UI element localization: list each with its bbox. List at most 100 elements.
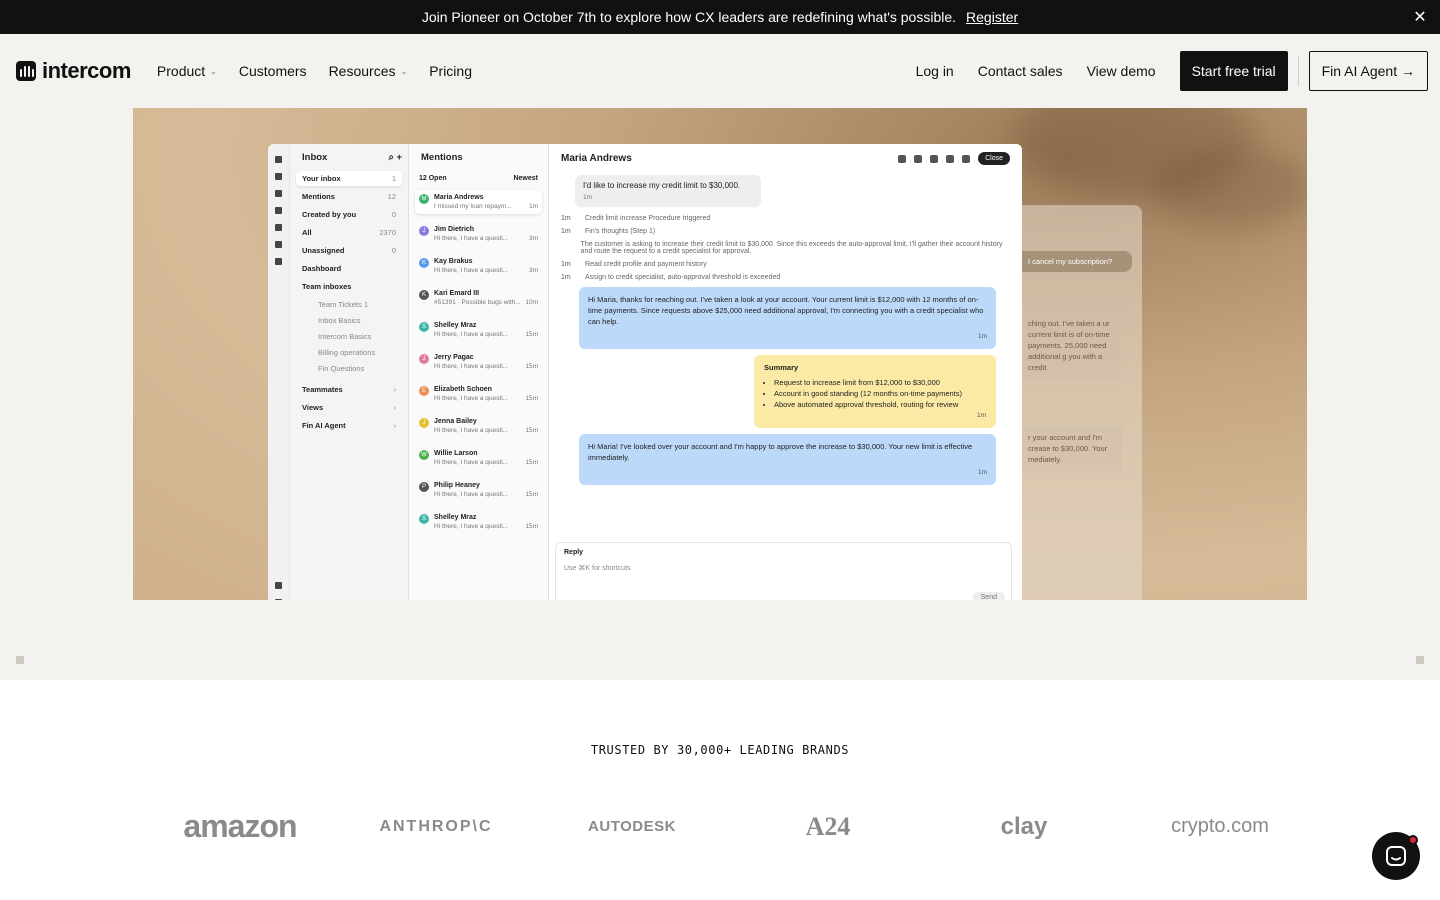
sort-filter[interactable]: Newest xyxy=(513,175,538,182)
reply-composer[interactable]: Reply Use ⌘K for shortcuts Send xyxy=(555,542,1012,600)
brand-logos: amazon ANTHROP\C AUTODESK A24 clay crypt… xyxy=(160,808,1300,845)
conversation-item[interactable]: S Shelley Mraz Hi there, I have a questi..… xyxy=(415,318,542,342)
announcement-bar: Join Pioneer on October 7th to explore h… xyxy=(0,0,1440,34)
close-icon[interactable]: ✕ xyxy=(1410,7,1430,27)
conversation-item[interactable]: P Philip Heaney Hi there, I have a questi.… xyxy=(415,478,542,502)
avatar: J xyxy=(419,418,429,428)
conversation-name: Jenna Bailey xyxy=(434,418,477,425)
anthropic-logo: ANTHROP\C xyxy=(379,817,493,835)
inbox-item[interactable]: Unassigned 0 xyxy=(296,243,402,258)
conversation-snippet: Hi there, I have a questi... xyxy=(434,523,509,530)
conversation-time: 15m xyxy=(525,331,538,338)
inbox-item[interactable]: Created by you 0 xyxy=(296,207,402,222)
close-conversation-button[interactable]: Close xyxy=(978,152,1010,165)
conversation-snippet: Hi there, I have a questi... xyxy=(434,331,509,338)
conversation-item[interactable]: K Kari Emard III #51391 · Possible bugs wi… xyxy=(415,286,542,310)
conversation-item[interactable]: K Kay Brakus Hi there, I have a questi... 3… xyxy=(415,254,542,278)
inbox-section[interactable]: Teammates › xyxy=(296,382,402,397)
reply-label[interactable]: Reply xyxy=(564,549,583,556)
nav-customers[interactable]: Customers xyxy=(239,63,307,79)
chat-launcher-button[interactable] xyxy=(1372,832,1420,880)
nav-links: Product ⌄ Customers Resources ⌄ Pricing xyxy=(157,63,472,79)
open-filter[interactable]: 12 Open xyxy=(419,175,447,182)
team-inbox-item[interactable]: Team Tickets 1 xyxy=(296,297,402,312)
conversation-item[interactable]: J Jerry Pagac Hi there, I have a questi...… xyxy=(415,350,542,374)
conversation-snippet: Hi there, I have a questi... xyxy=(434,267,509,274)
conversation-time: 15m xyxy=(525,427,538,434)
conversation-item[interactable]: W Willie Larson Hi there, I have a questi.… xyxy=(415,446,542,470)
conversation-snippet: Hi there, I have a questi... xyxy=(434,459,509,466)
agent-message: Hi Maria! I've looked over your account … xyxy=(579,433,996,486)
conversation-time: 15m xyxy=(525,523,538,530)
nav-divider xyxy=(1297,56,1299,86)
send-button[interactable]: Send xyxy=(972,592,1005,600)
fin-agent-button[interactable]: Fin AI Agent → xyxy=(1308,51,1428,91)
hero-image: I cancel my subscription? ching out. I'v… xyxy=(133,108,1307,600)
ghost-paragraph: r your account and I'm crease to $30,000… xyxy=(1022,427,1122,472)
conversation-time: 1m xyxy=(528,203,538,210)
conversation-item[interactable]: M Maria Andrews I missed my loan repaym...… xyxy=(415,190,542,214)
system-event: 1m Credit limit increase Procedure trigge… xyxy=(561,215,711,222)
inbox-item[interactable]: Dashboard xyxy=(296,261,402,276)
reply-input[interactable]: Use ⌘K for shortcuts xyxy=(564,564,1003,572)
conversation-item[interactable]: S Shelley Mraz Hi there, I have a questi..… xyxy=(415,510,542,534)
clay-logo: clay xyxy=(1000,812,1048,840)
conversation-item[interactable]: J Jim Dietrich Hi there, I have a questi..… xyxy=(415,222,542,246)
conversation-item[interactable]: J Jenna Bailey Hi there, I have a questi..… xyxy=(415,414,542,438)
conversation-time: 15m xyxy=(525,459,538,466)
nav-actions: Log in Contact sales View demo Start fre… xyxy=(916,51,1428,91)
pager-dot[interactable] xyxy=(16,656,24,664)
intercom-logo-icon xyxy=(16,61,36,81)
nav-pricing[interactable]: Pricing xyxy=(429,63,472,79)
conversation-item[interactable]: E Elizabeth Schoen Hi there, I have a ques… xyxy=(415,382,542,406)
inbox-app-mockup: Inbox ⌕ + Your inbox 1 Mentions 12 Created … xyxy=(268,144,1022,600)
team-inbox-item[interactable]: Intercom Basics xyxy=(296,329,402,344)
inbox-section[interactable]: Fin AI Agent › xyxy=(296,418,402,433)
conversation-snippet: Hi there, I have a questi... xyxy=(434,363,509,370)
system-event: The customer is asking to increase their… xyxy=(580,241,1003,255)
conversation-name: Maria Andrews xyxy=(434,194,484,201)
team-inbox-item[interactable]: Inbox Basics xyxy=(296,313,402,328)
inbox-item[interactable]: Mentions 12 xyxy=(296,189,402,204)
nav-resources[interactable]: Resources ⌄ xyxy=(329,63,408,79)
search-icon: ⌕ + xyxy=(388,152,402,163)
team-inbox-item[interactable]: Fin Questions xyxy=(296,361,402,376)
conversation-name: Kay Brakus xyxy=(434,258,473,265)
chat-icon xyxy=(1386,846,1406,866)
contact-sales-link[interactable]: Contact sales xyxy=(978,63,1063,79)
ticket-icon[interactable] xyxy=(930,154,939,163)
start-trial-button[interactable]: Start free trial xyxy=(1179,51,1288,91)
intercom-logo[interactable]: intercom xyxy=(16,58,131,84)
inbox-section[interactable]: Views › xyxy=(296,400,402,415)
more-icon[interactable] xyxy=(914,154,923,163)
logo-text: intercom xyxy=(42,58,131,83)
app-rail xyxy=(268,144,290,600)
phone-icon[interactable] xyxy=(946,154,955,163)
conversation-snippet: Hi there, I have a questi... xyxy=(434,395,509,402)
autodesk-logo: AUTODESK xyxy=(588,818,676,835)
register-link[interactable]: Register xyxy=(966,9,1018,25)
system-event: 1m Read credit profile and payment histor… xyxy=(561,261,707,268)
conversation-time: 15m xyxy=(525,363,538,370)
inbox-item[interactable]: Team inboxes xyxy=(296,279,402,294)
star-icon[interactable] xyxy=(898,154,907,163)
snooze-icon[interactable] xyxy=(962,154,971,163)
a24-logo: A24 xyxy=(805,811,851,841)
inbox-item[interactable]: All 2370 xyxy=(296,225,402,240)
login-link[interactable]: Log in xyxy=(916,63,954,79)
system-event: 1m Fin's thoughts (Step 1) xyxy=(561,228,656,235)
avatar: K xyxy=(419,290,429,300)
nav-product[interactable]: Product ⌄ xyxy=(157,63,217,79)
conversation-view: Maria Andrews Close I'd like to increase… xyxy=(549,144,1022,600)
summary-card: Summary Request to increase limit from $… xyxy=(754,355,996,428)
avatar: S xyxy=(419,514,429,524)
team-inbox-item[interactable]: Billing operations xyxy=(296,345,402,360)
view-demo-link[interactable]: View demo xyxy=(1087,63,1156,79)
pager-dot[interactable] xyxy=(1416,656,1424,664)
chevron-down-icon: ⌄ xyxy=(400,66,408,76)
conversation-snippet: I missed my loan repaym... xyxy=(434,203,512,210)
chevron-down-icon: ⌄ xyxy=(210,66,217,76)
inbox-item[interactable]: Your inbox 1 xyxy=(296,171,402,186)
nav-pricing-label: Pricing xyxy=(429,63,472,79)
avatar: E xyxy=(419,386,429,396)
